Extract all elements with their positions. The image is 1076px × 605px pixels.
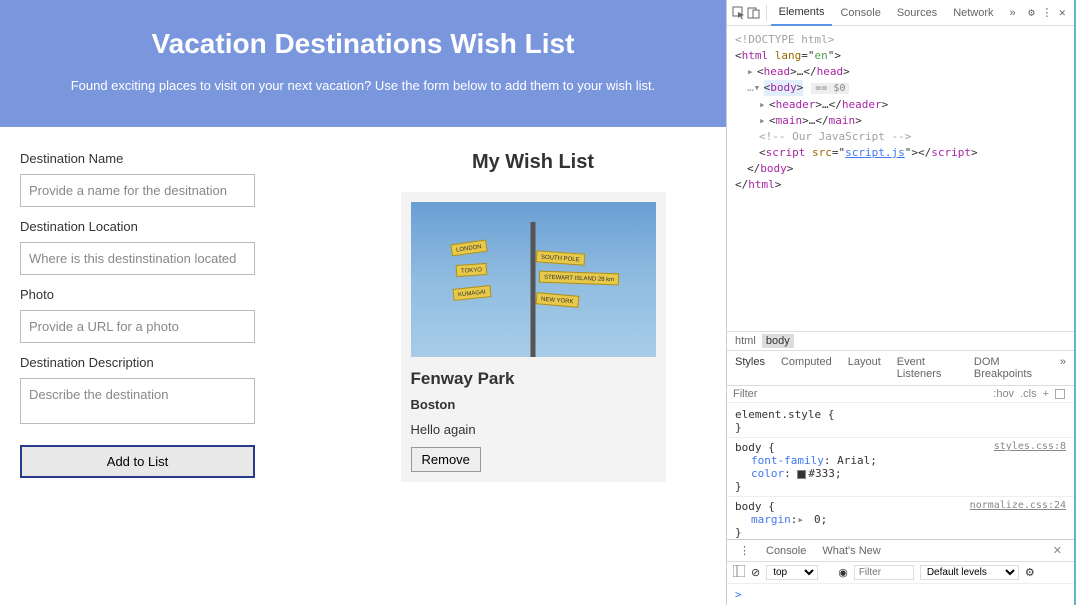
page-title: Vacation Destinations Wish List xyxy=(20,28,706,60)
eye-icon[interactable]: ◉ xyxy=(838,566,848,579)
photo-label: Photo xyxy=(20,287,320,302)
destination-form: Destination Name Destination Location Ph… xyxy=(20,151,320,482)
gear-icon[interactable]: ⚙ xyxy=(1024,2,1039,24)
drawer-tab-whatsnew[interactable]: What's New xyxy=(814,541,888,561)
wishlist-card: LONDONSOUTH POLE TOKYOSTEWART ISLAND 28 … xyxy=(401,192,666,482)
description-input[interactable] xyxy=(20,378,255,424)
card-title: Fenway Park xyxy=(411,369,656,389)
styles-pane[interactable]: element.style { } body {styles.css:8 fon… xyxy=(727,403,1074,539)
kebab-icon[interactable]: ⋮ xyxy=(1039,2,1054,24)
drawer-kebab-icon[interactable]: ⋮ xyxy=(731,540,758,561)
drawer-tab-console[interactable]: Console xyxy=(758,541,814,561)
console-gear-icon[interactable]: ⚙ xyxy=(1025,566,1035,579)
clear-console-icon[interactable]: ⊘ xyxy=(751,566,760,579)
elements-tree[interactable]: <!DOCTYPE html> <html lang="en"> ▸<head>… xyxy=(727,26,1074,199)
styles-filter-input[interactable] xyxy=(733,388,990,400)
add-to-list-button[interactable]: Add to List xyxy=(20,445,255,478)
tab-computed[interactable]: Computed xyxy=(773,351,840,385)
tab-sources[interactable]: Sources xyxy=(889,1,945,25)
close-icon[interactable]: ✕ xyxy=(1055,2,1070,24)
styles-pane-icon[interactable] xyxy=(1055,389,1065,399)
context-select[interactable]: top xyxy=(766,565,818,580)
location-label: Destination Location xyxy=(20,219,320,234)
tab-elements[interactable]: Elements xyxy=(771,0,833,26)
wishlist-heading: My Wish List xyxy=(360,151,706,174)
name-input[interactable] xyxy=(20,174,255,207)
cls-toggle[interactable]: .cls xyxy=(1020,388,1037,400)
drawer-close-icon[interactable]: ✕ xyxy=(1045,540,1070,561)
console-drawer: ⋮ Console What's New ✕ ⊘ top ◉ Default l… xyxy=(727,539,1074,605)
hero-banner: Vacation Destinations Wish List Found ex… xyxy=(0,0,726,127)
photo-input[interactable] xyxy=(20,310,255,343)
log-levels-select[interactable]: Default levels xyxy=(920,565,1019,580)
tab-network[interactable]: Network xyxy=(945,1,1001,25)
device-icon[interactable] xyxy=(746,2,761,24)
tab-event-listeners[interactable]: Event Listeners xyxy=(889,351,966,385)
card-image: LONDONSOUTH POLE TOKYOSTEWART ISLAND 28 … xyxy=(411,202,656,357)
tab-layout[interactable]: Layout xyxy=(840,351,889,385)
inspect-icon[interactable] xyxy=(731,2,746,24)
name-label: Destination Name xyxy=(20,151,320,166)
location-input[interactable] xyxy=(20,242,255,275)
page-subtitle: Found exciting places to visit on your n… xyxy=(20,78,706,93)
hov-toggle[interactable]: :hov xyxy=(993,388,1014,400)
styles-filter-bar: :hov .cls + xyxy=(727,386,1074,403)
description-label: Destination Description xyxy=(20,355,320,370)
styles-tabs: Styles Computed Layout Event Listeners D… xyxy=(727,351,1074,386)
tab-console[interactable]: Console xyxy=(832,1,888,25)
remove-button[interactable]: Remove xyxy=(411,447,481,472)
tab-more[interactable]: » xyxy=(1002,1,1024,25)
new-style-button[interactable]: + xyxy=(1043,388,1049,400)
tab-styles[interactable]: Styles xyxy=(727,351,773,385)
console-sidebar-icon[interactable] xyxy=(733,565,745,580)
card-description: Hello again xyxy=(411,422,656,437)
tab-styles-more[interactable]: » xyxy=(1052,351,1074,385)
console-prompt[interactable]: > xyxy=(727,584,1074,605)
devtools-toolbar: Elements Console Sources Network » ⚙ ⋮ ✕ xyxy=(727,0,1074,26)
devtools-panel: Elements Console Sources Network » ⚙ ⋮ ✕… xyxy=(726,0,1076,605)
card-location: Boston xyxy=(411,397,656,412)
console-filter-input[interactable] xyxy=(854,565,914,580)
breadcrumb[interactable]: html body xyxy=(727,331,1074,351)
tab-dom-breakpoints[interactable]: DOM Breakpoints xyxy=(966,351,1052,385)
